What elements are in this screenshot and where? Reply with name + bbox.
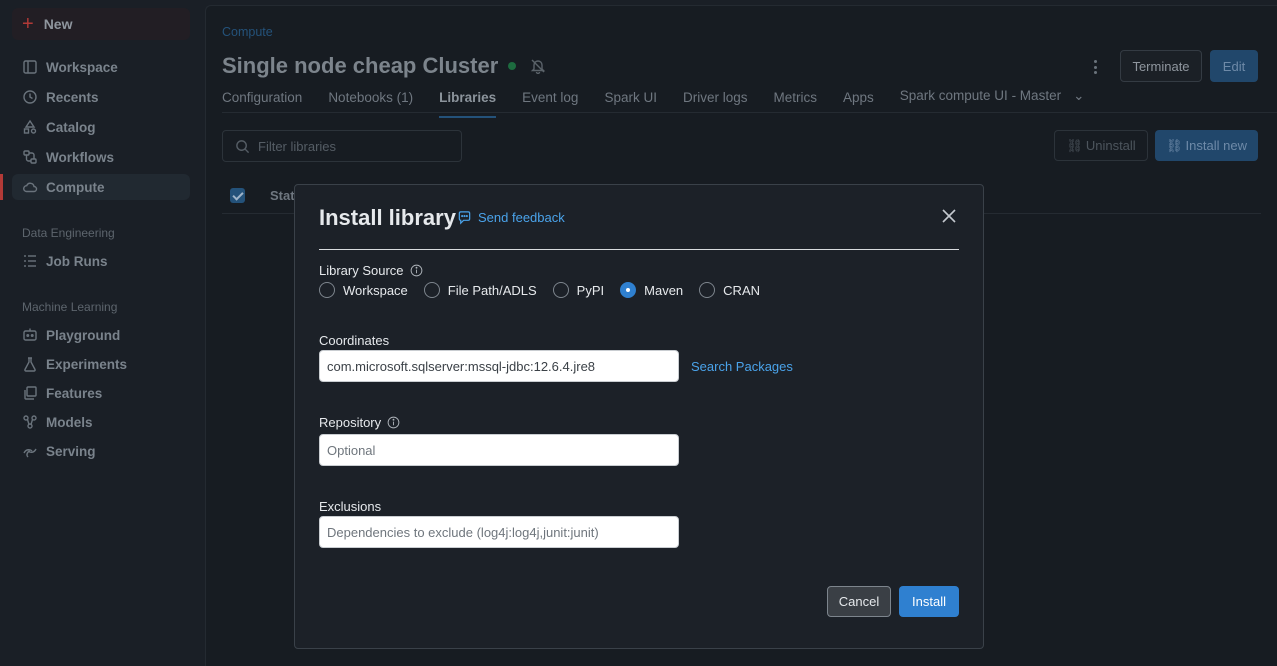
cloud-icon [23,182,38,193]
status-dot [508,62,517,70]
install-new-label: Install new [1185,138,1247,153]
edit-button[interactable]: Edit [1210,50,1258,82]
page-title: Single node cheap Cluster [222,53,546,79]
uninstall-button[interactable]: ⛓ Uninstall [1054,130,1148,161]
sidebar-item-label: Catalog [46,119,96,135]
clock-icon [23,90,37,104]
radio-label: CRAN [723,282,761,298]
close-icon[interactable] [941,208,957,224]
search-icon [236,139,250,153]
workflows-icon [23,150,37,164]
sidebar-item-workspace[interactable]: Workspace [12,54,190,80]
workspace-icon [23,60,37,74]
sidebar-item-label: Workflows [46,149,115,165]
sidebar-item-workflows[interactable]: Workflows [12,144,190,170]
radio-workspace[interactable]: Workspace [319,282,408,298]
exclusions-input[interactable] [319,516,679,548]
library-source-label: Library Source [319,263,423,278]
exclusions-label: Exclusions [319,499,382,514]
serving-icon [23,448,37,458]
radio-label: Maven [644,282,684,298]
sidebar-item-catalog[interactable]: Catalog [12,114,190,140]
radio-label: PyPI [576,282,605,298]
radio-label: Workspace [343,282,408,298]
radio-circle [620,282,637,298]
radio-maven[interactable]: Maven [620,282,683,298]
catalog-icon [23,119,37,134]
sidebar: + New Workspace Recents Catalog Workflow… [0,0,205,666]
send-feedback-link[interactable]: Send feedback [457,210,565,225]
new-button[interactable]: + New [12,8,190,40]
sidebar-item-label: Experiments [46,356,128,372]
filter-libraries-input[interactable]: Filter libraries [222,130,462,162]
repository-input[interactable] [319,434,679,466]
radio-label: File Path/ADLS [447,282,537,298]
sidebar-item-features[interactable]: Features [12,380,190,406]
radio-cran[interactable]: CRAN [699,282,760,298]
job-runs-icon [24,255,36,267]
coordinates-input[interactable] [319,350,679,382]
sidebar-item-label: Models [46,414,93,430]
bell-off-icon[interactable] [530,58,546,74]
label-text: Library Source [319,263,404,278]
radio-file-path-adls[interactable]: File Path/ADLS [423,282,537,298]
tab-spark-compute-ui[interactable]: Spark compute UI - Master ⌄ [900,88,1085,114]
info-icon[interactable] [387,416,400,429]
sidebar-item-label: Playground [46,327,121,343]
radio-circle [423,282,440,298]
sidebar-item-label: Compute [46,179,105,195]
install-new-button[interactable]: ⛓ Install new [1155,130,1258,161]
select-all-checkbox[interactable] [230,188,245,203]
install-library-modal: Install library Send feedback Library So… [294,184,984,649]
table-column-header: Stat [270,188,295,203]
radio-circle [552,282,569,298]
more-options-icon[interactable] [1088,58,1102,76]
features-icon [24,386,37,400]
sidebar-item-compute[interactable]: Compute [0,174,190,200]
info-icon[interactable] [410,264,423,277]
radio-pypi[interactable]: PyPI [552,282,605,298]
unlink-icon: ⛓ [1066,137,1083,153]
radio-circle [699,282,716,298]
sidebar-item-label: Features [46,385,103,401]
sidebar-item-serving[interactable]: Serving [12,438,190,464]
sidebar-item-models[interactable]: Models [12,409,190,435]
playground-icon [23,328,37,341]
label-text: Repository [319,415,382,430]
modal-title: Install library [319,205,456,230]
new-button-label: New [43,16,73,32]
cancel-button[interactable]: Cancel [827,586,891,617]
sidebar-item-experiments[interactable]: Experiments [12,351,190,377]
sidebar-item-label: Recents [46,89,99,105]
search-packages-link[interactable]: Search Packages [691,359,793,374]
repository-label: Repository [319,415,400,430]
breadcrumb[interactable]: Compute [222,25,273,39]
tab-label: Spark compute UI - Master [899,88,1062,103]
sidebar-item-label: Serving [46,443,96,459]
experiments-icon [24,357,36,372]
plus-icon: + [22,13,34,35]
filter-placeholder: Filter libraries [258,138,337,154]
radio-circle [319,282,335,298]
chevron-down-icon: ⌄ [1073,88,1085,103]
section-title-machine-learning: Machine Learning [22,300,118,314]
sidebar-item-job-runs[interactable]: Job Runs [12,248,190,274]
sidebar-item-recents[interactable]: Recents [12,84,190,110]
terminate-button[interactable]: Terminate [1120,50,1202,82]
install-button[interactable]: Install [899,586,959,617]
sidebar-item-label: Workspace [46,59,118,75]
models-icon [23,415,37,429]
cluster-name: Single node cheap Cluster [222,53,499,78]
modal-divider [319,249,959,250]
feedback-label: Send feedback [478,210,565,225]
chat-bubble-icon [458,211,471,225]
tabs-divider [222,112,1277,113]
section-title-data-engineering: Data Engineering [22,226,115,240]
link-icon: ⛓ [1166,137,1183,153]
coordinates-label: Coordinates [319,333,390,348]
sidebar-item-playground[interactable]: Playground [12,322,190,348]
library-source-radio-group: Workspace File Path/ADLS PyPI Maven CRAN [319,282,776,298]
uninstall-label: Uninstall [1085,138,1136,153]
sidebar-item-label: Job Runs [46,253,108,269]
